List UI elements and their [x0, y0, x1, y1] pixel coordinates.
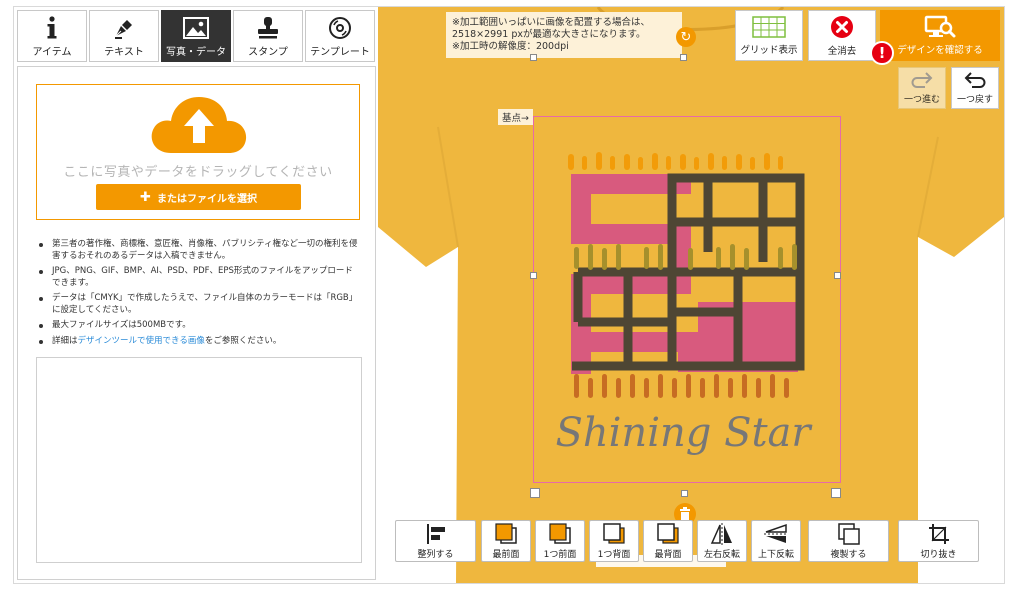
align-button[interactable]: 整列する	[395, 520, 476, 562]
resize-handle-right[interactable]	[834, 272, 841, 279]
grid-toggle-label: グリッド表示	[740, 44, 798, 56]
flip-horizontal-icon	[710, 522, 732, 545]
duplicate-label: 複製する	[830, 549, 867, 560]
tab-template[interactable]: テンプレート	[305, 10, 375, 62]
resize-handle-left[interactable]	[530, 272, 537, 279]
flip-vertical-label: 上下反転	[757, 549, 794, 560]
redo-icon	[911, 71, 933, 88]
tab-text[interactable]: テキスト	[89, 10, 159, 62]
basepoint-label: 基点→	[498, 109, 533, 125]
flip-horizontal-button[interactable]: 左右反転	[697, 520, 747, 562]
undo-label: 一つ戻す	[956, 94, 993, 105]
crop-label: 切り抜き	[920, 549, 957, 560]
note-details: 詳細はデザインツールで使用できる画像をご参照ください。	[38, 336, 358, 348]
send-to-back-button[interactable]: 最背面	[643, 520, 693, 562]
close-circle-icon	[831, 15, 853, 38]
notice-line-1: ※加工範囲いっぱいに画像を配置する場合は、	[452, 17, 650, 28]
cloud-upload-icon	[149, 93, 249, 159]
select-file-button[interactable]: ✚ またはファイルを選択	[96, 184, 301, 210]
upload-notes: 第三者の著作権、商標権、意匠権、肖像権、パブリシティ権など一切の権利を侵害するお…	[38, 239, 358, 351]
bring-to-front-button[interactable]: 最前面	[481, 520, 531, 562]
note-color-mode: データは「CMYK」で作成したうえで、ファイル自体のカラーモードは「RGB」に設…	[38, 293, 358, 316]
notice-line-2: 2518×2991 pxが最適な大きさになります。	[452, 29, 646, 40]
align-left-icon	[426, 523, 445, 544]
bring-to-front-label: 最前面	[492, 549, 520, 560]
alert-badge: !	[870, 41, 894, 65]
usable-images-link[interactable]: デザインツールで使用できる画像	[78, 336, 205, 346]
plus-icon: ✚	[140, 189, 151, 205]
tab-item[interactable]: アイテム	[17, 10, 87, 62]
flip-vertical-button[interactable]: 上下反転	[751, 520, 801, 562]
undo-button[interactable]: 一つ戻す	[951, 67, 999, 109]
pen-nib-icon	[112, 15, 136, 41]
clear-all-label: 全消去	[827, 45, 857, 57]
duplicate-button[interactable]: 複製する	[808, 520, 889, 562]
rotate-handle-icon[interactable]: ↻	[676, 27, 696, 47]
note-max-size: 最大ファイルサイズは500MBです。	[38, 320, 358, 332]
trash-icon	[680, 507, 690, 521]
send-backward-button[interactable]: 1つ背面	[589, 520, 639, 562]
bring-front-icon	[495, 522, 517, 544]
print-area-handle-top[interactable]	[680, 54, 687, 61]
note-formats: JPG、PNG、GIF、BMP、AI、PSD、PDF、EPS形式のファイルをアッ…	[38, 266, 358, 289]
flip-vertical-icon	[764, 523, 788, 543]
tab-text-label: テキスト	[104, 46, 144, 58]
confirm-design-label: デザインを確認する	[897, 45, 983, 56]
bring-forward-label: 1つ前面	[543, 549, 577, 560]
bring-forward-icon	[549, 522, 571, 544]
send-backward-icon	[603, 522, 625, 544]
print-area-notice: ※加工範囲いっぱいに画像を配置する場合は、 2518×2991 pxが最適な大き…	[446, 12, 682, 58]
disc-icon	[328, 15, 352, 41]
bring-forward-button[interactable]: 1つ前面	[535, 520, 585, 562]
clear-all-button[interactable]: 全消去	[808, 10, 876, 61]
confirm-design-button[interactable]: デザインを確認する	[880, 10, 1000, 61]
crop-icon	[928, 523, 949, 544]
note-rights: 第三者の著作権、商標権、意匠権、肖像権、パブリシティ権など一切の権利を侵害するお…	[38, 239, 358, 262]
print-area-handle-top-left[interactable]	[530, 54, 537, 61]
uploaded-images-area	[36, 357, 362, 563]
tab-stamp[interactable]: スタンプ	[233, 10, 303, 62]
tab-stamp-label: スタンプ	[248, 46, 288, 58]
align-label: 整列する	[417, 549, 454, 560]
resize-handle-bottom-right[interactable]	[831, 488, 841, 498]
tab-photo-data[interactable]: 写真・データ	[161, 10, 231, 62]
image-icon	[183, 15, 209, 41]
redo-button[interactable]: 一つ進む	[898, 67, 946, 109]
duplicate-icon	[837, 522, 860, 545]
drop-hint: ここに写真やデータをドラッグしてください	[63, 165, 333, 180]
note-details-prefix: 詳細は	[52, 335, 78, 346]
stamp-icon	[256, 15, 280, 41]
resize-handle-bottom[interactable]	[681, 490, 688, 497]
redo-label: 一つ進む	[903, 94, 940, 105]
select-file-label: またはファイルを選択	[156, 193, 257, 205]
grid-icon	[752, 15, 786, 38]
upload-dropzone[interactable]: ここに写真やデータをドラッグしてください ✚ またはファイルを選択	[36, 84, 360, 220]
grid-toggle-button[interactable]: グリッド表示	[735, 10, 803, 61]
tab-photo-data-label: 写真・データ	[166, 46, 226, 58]
send-back-icon	[657, 522, 679, 544]
info-icon	[45, 15, 59, 41]
crop-button[interactable]: 切り抜き	[898, 520, 979, 562]
tab-template-label: テンプレート	[310, 46, 370, 58]
notice-line-3: ※加工時の解像度：200dpi	[452, 41, 569, 52]
undo-icon	[964, 71, 986, 88]
tab-item-label: アイテム	[32, 46, 72, 58]
note-details-suffix: をご参照ください。	[204, 335, 282, 346]
send-to-back-label: 最背面	[654, 549, 682, 560]
monitor-search-icon	[924, 15, 956, 38]
send-backward-label: 1つ背面	[597, 549, 631, 560]
resize-handle-bottom-left[interactable]	[530, 488, 540, 498]
tool-tabs: アイテム テキスト 写真・データ スタンプ テンプレート	[17, 10, 375, 62]
upload-panel: ここに写真やデータをドラッグしてください ✚ またはファイルを選択 第三者の著作…	[17, 66, 376, 580]
flip-horizontal-label: 左右反転	[703, 549, 740, 560]
selection-box[interactable]	[533, 116, 841, 483]
